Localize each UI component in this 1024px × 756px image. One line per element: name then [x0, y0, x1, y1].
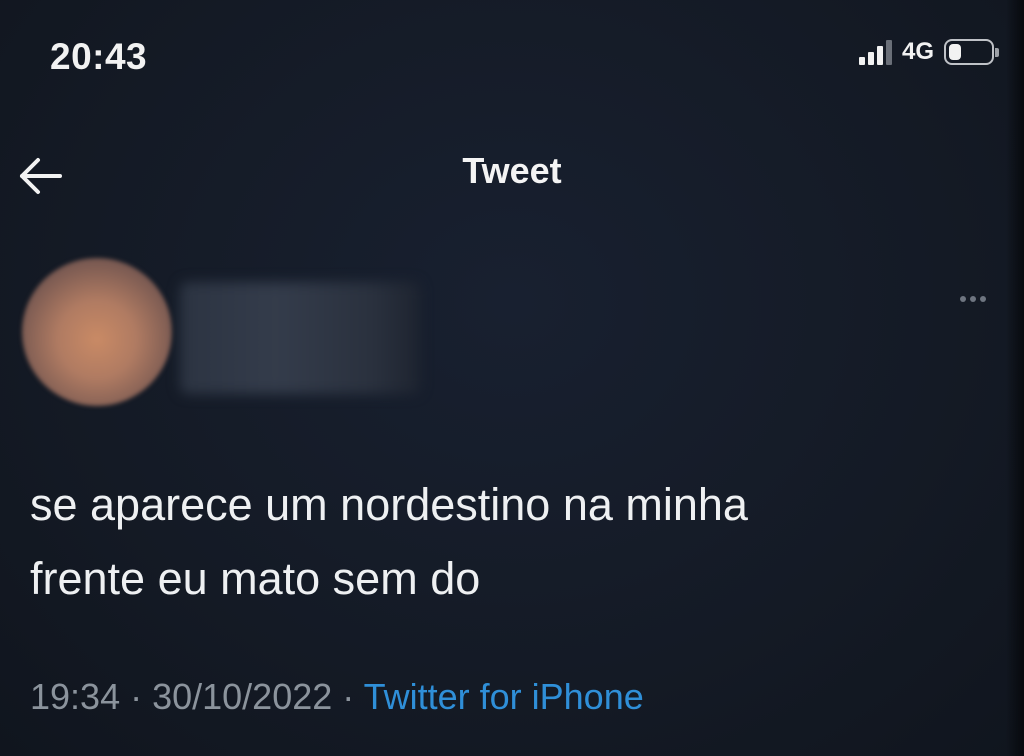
meta-separator: ·: [332, 676, 364, 717]
more-options-icon[interactable]: [960, 296, 986, 302]
battery-icon: [944, 39, 999, 65]
tweet-text-line: frente eu mato sem do: [30, 553, 481, 604]
network-type: 4G: [901, 38, 934, 65]
page-title: Tweet: [462, 150, 562, 191]
author-name-redacted[interactable]: [180, 282, 420, 394]
screen-edge: [1006, 0, 1024, 756]
tweet-text-line: se aparece um nordestino na minha: [30, 479, 748, 530]
tweet-time: 19:34: [30, 676, 121, 717]
battery-level: [949, 44, 961, 60]
tweet-date: 30/10/2022: [152, 676, 333, 717]
signal-icon: [858, 39, 892, 65]
tweet-text: se aparece um nordestino na minha frente…: [30, 468, 970, 616]
tweet-meta: 19:34 · 30/10/2022 · Twitter for iPhone: [30, 676, 644, 718]
status-indicators: 4G: [858, 38, 999, 66]
tweet-screen: 20:43 4G Tweet se aparece um nordestino …: [0, 0, 1024, 756]
meta-separator: ·: [120, 676, 153, 717]
status-time: 20:43: [50, 36, 148, 77]
avatar[interactable]: [22, 258, 172, 406]
tweet-source-link[interactable]: Twitter for iPhone: [364, 676, 644, 717]
